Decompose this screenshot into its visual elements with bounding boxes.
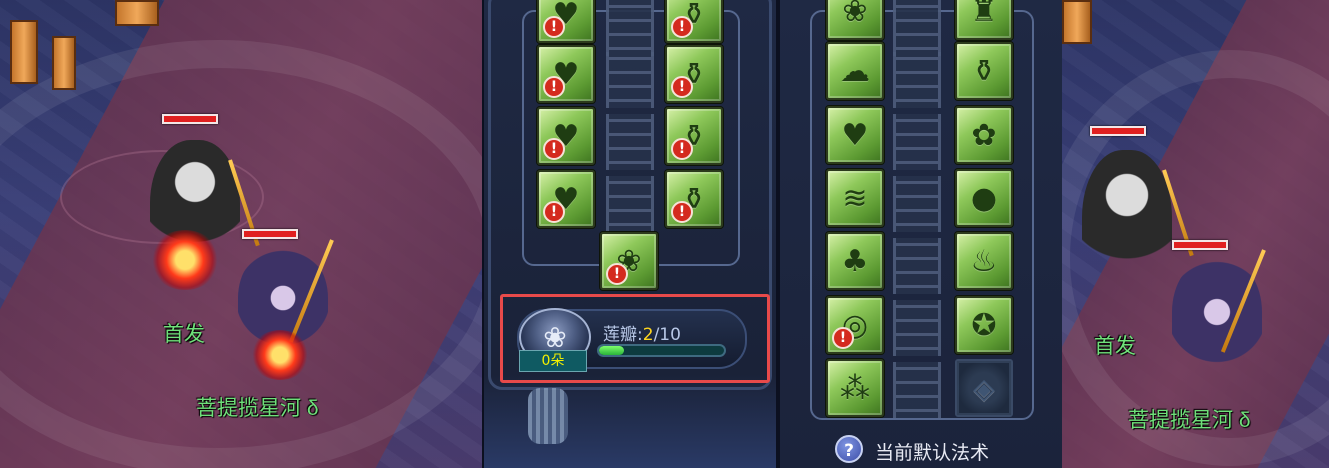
pentagram-icon: ✪ — [971, 307, 997, 343]
petal-progress-fill — [599, 346, 624, 355]
leader-tag: 首发 — [163, 323, 205, 346]
fire-effect — [150, 230, 220, 290]
fire-effect — [250, 330, 310, 380]
hp-bar — [242, 229, 298, 239]
petal-current: 2 — [642, 325, 654, 345]
lattice-divider — [893, 238, 941, 294]
pillar — [115, 0, 159, 26]
battle-scene-right: 首发 菩提揽星河 δ — [1062, 0, 1329, 468]
leader-tag: 首发 — [1094, 335, 1136, 358]
water-wave-icon: ≋ — [842, 180, 868, 216]
flower-icon: ✿ — [971, 117, 997, 153]
spell-tile[interactable]: ☁ — [826, 42, 884, 100]
spell-tile[interactable]: ♜ — [955, 0, 1013, 40]
spell-tile[interactable]: ♥! — [537, 170, 595, 228]
pet-sprite[interactable] — [1172, 260, 1262, 390]
empty-slot-icon: ◈ — [973, 371, 995, 405]
stones-icon: ● — [970, 180, 998, 216]
tower-icon: ♜ — [970, 0, 998, 29]
spell-tile[interactable]: ✿ — [955, 106, 1013, 164]
warning-icon: ! — [543, 16, 565, 38]
default-spell-label[interactable]: 当前默认法术 — [875, 438, 989, 465]
lotus-count: 0朵 — [519, 350, 587, 372]
lattice-divider — [606, 52, 654, 108]
pillar — [52, 36, 76, 90]
spell-tile[interactable]: ◎! — [826, 296, 884, 354]
cloud-face-icon: ☁ — [840, 53, 870, 89]
spell-tile[interactable]: ≋ — [826, 169, 884, 227]
fire-icon: ♨ — [970, 243, 998, 279]
hp-bar — [1172, 240, 1228, 250]
petal-total: /10 — [653, 325, 681, 345]
lattice-divider — [893, 176, 941, 232]
lattice-divider — [606, 176, 654, 232]
warning-icon: ! — [671, 16, 693, 38]
spell-tile[interactable]: ⚱! — [665, 0, 723, 43]
petal-progress-bar — [597, 344, 726, 357]
warning-icon: ! — [671, 201, 693, 223]
petal-label: 莲瓣: — [603, 325, 643, 345]
spell-tile[interactable]: ♥! — [537, 45, 595, 103]
spell-tile[interactable]: ♥! — [537, 0, 595, 43]
spell-tile[interactable]: ⚱! — [665, 170, 723, 228]
lattice-divider — [893, 52, 941, 108]
battle-scene-left: 首发 菩提揽星河 δ — [0, 0, 482, 468]
hp-bar — [1090, 126, 1146, 136]
spell-tile[interactable]: ✪ — [955, 296, 1013, 354]
character-name[interactable]: 菩提揽星河 δ — [196, 392, 319, 422]
character-name[interactable]: 菩提揽星河 δ — [1128, 404, 1251, 434]
warning-icon: ! — [543, 76, 565, 98]
lattice-divider — [893, 362, 941, 418]
hearts-rain-icon: ♥ — [841, 117, 869, 153]
warning-icon: ! — [543, 201, 565, 223]
character-sprite[interactable] — [1082, 150, 1172, 300]
warning-icon: ! — [832, 327, 854, 349]
spell-tile[interactable]: ♥! — [537, 107, 595, 165]
warning-icon: ! — [671, 76, 693, 98]
lattice-divider — [893, 114, 941, 170]
vase-icon: ⚱ — [971, 53, 997, 89]
warning-icon: ! — [671, 138, 693, 160]
petal-counter: 莲瓣:2/10 — [603, 320, 681, 345]
lotus-icon: ❀ — [842, 0, 868, 29]
spell-tile[interactable]: ❀ — [826, 0, 884, 40]
empty-spell-slot[interactable]: ◈ — [955, 359, 1013, 417]
spell-tile[interactable]: ⚱ — [955, 42, 1013, 100]
spell-tile[interactable]: ♥ — [826, 106, 884, 164]
warning-icon: ! — [543, 138, 565, 160]
pillar — [10, 20, 38, 84]
lattice-divider — [893, 300, 941, 356]
spell-tile[interactable]: ❀! — [600, 232, 658, 290]
spell-tile[interactable]: ♣ — [826, 232, 884, 290]
lattice-divider — [606, 0, 654, 56]
spell-tile[interactable]: ⁂ — [826, 359, 884, 417]
lattice-divider — [606, 114, 654, 170]
spell-tile[interactable]: ⚱! — [665, 45, 723, 103]
tree-icon: ♣ — [841, 243, 869, 279]
spell-tile[interactable]: ⚱! — [665, 107, 723, 165]
spell-tile[interactable]: ♨ — [955, 232, 1013, 290]
pillar — [1062, 0, 1092, 44]
rain-grass-icon: ⁂ — [840, 370, 870, 406]
hp-bar — [162, 114, 218, 124]
lantern-decoration — [528, 388, 568, 444]
lattice-divider — [893, 0, 941, 56]
help-icon[interactable]: ? — [835, 435, 863, 463]
spell-tile[interactable]: ● — [955, 169, 1013, 227]
warning-icon: ! — [606, 263, 628, 285]
